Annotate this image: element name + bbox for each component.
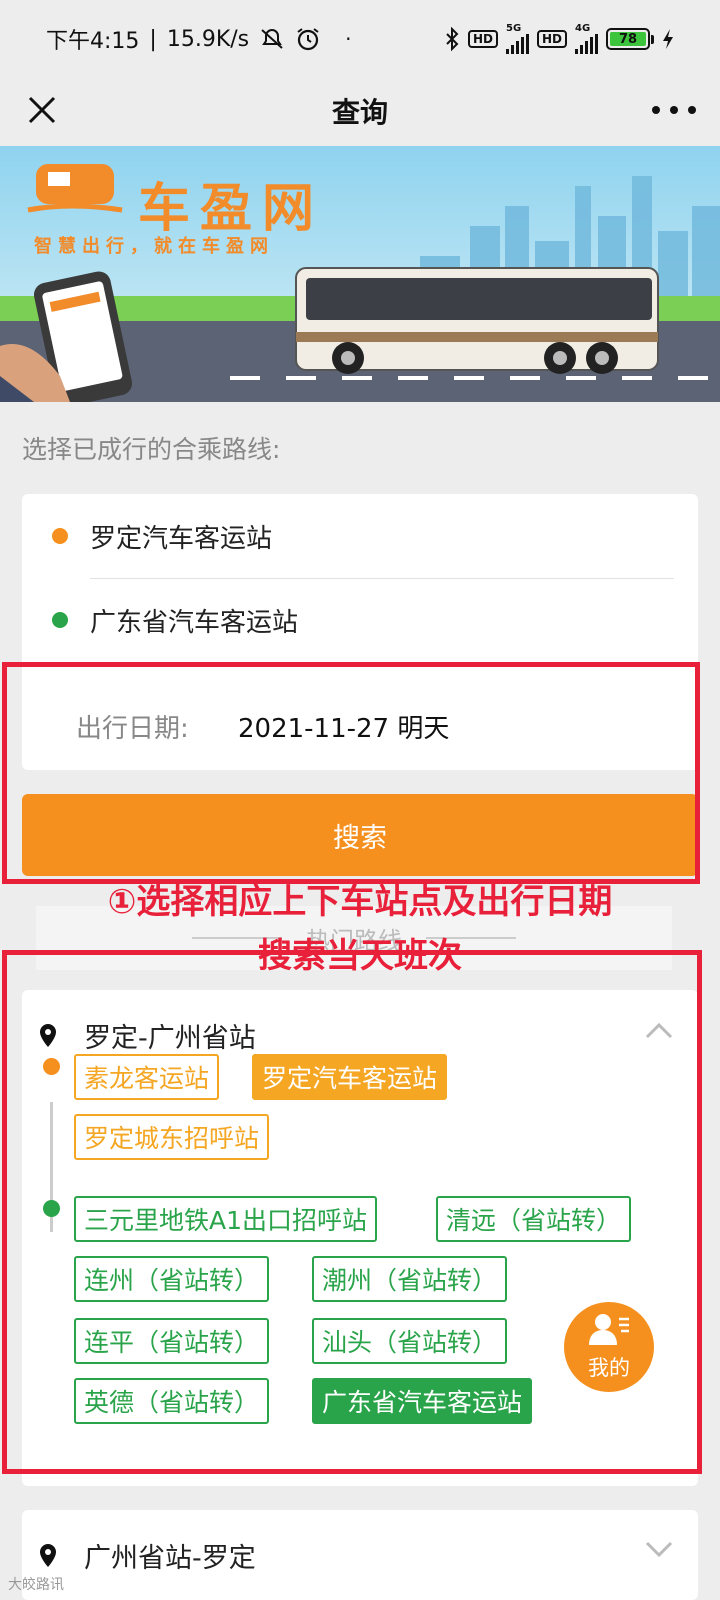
signal-icon (505, 34, 529, 54)
to-station: 广东省汽车客运站 (90, 607, 299, 638)
status-dot: · (345, 27, 352, 51)
section-label: 选择已成行的合乘路线: (22, 435, 281, 464)
mute-notification-icon (259, 27, 285, 51)
my-profile-label: 我的 (588, 1355, 630, 1380)
route-line-card-2[interactable]: 广州省站-罗定 (22, 1510, 698, 1600)
boarding-stop-chip[interactable]: 罗定城东招呼站 (74, 1114, 270, 1160)
alighting-dot-icon (43, 1200, 60, 1217)
chevron-down-icon[interactable] (644, 1540, 674, 1560)
banner-brand: 车盈网 (138, 179, 325, 239)
alighting-stop-chip[interactable]: 汕头（省站转） (312, 1318, 508, 1364)
origin-dot-icon (52, 528, 68, 544)
route-line-card: 罗定-广州省站 素龙客运站 罗定汽车客运站 罗定城东招呼站 三元里地铁A1出口招… (22, 990, 698, 1486)
date-label: 出行日期: (76, 713, 189, 744)
status-bar: 下午4:15 | 15.9K/s · HD 5G HD 4G 78 (0, 0, 720, 78)
close-icon[interactable] (20, 88, 64, 132)
page-title: 查询 (331, 96, 388, 129)
alighting-stop-chip-selected[interactable]: 广东省汽车客运站 (312, 1378, 533, 1424)
status-separator: | (149, 26, 157, 52)
annotation-line-2: 搜索当天班次 (258, 936, 462, 976)
watermark: 大皎路讯 (8, 1577, 64, 1593)
more-options-icon[interactable] (652, 90, 696, 130)
battery-icon: 78 (606, 28, 654, 50)
from-station: 罗定汽车客运站 (90, 523, 273, 554)
route-selection-card: 罗定汽车客运站 广东省汽车客运站 出行日期: 2021-11-27 明天 (22, 494, 698, 770)
status-time: 下午4:15 (46, 29, 140, 54)
alighting-stop-chip[interactable]: 连州（省站转） (74, 1256, 270, 1302)
boarding-stop-chip[interactable]: 素龙客运站 (74, 1054, 220, 1100)
nav-bar: 查询 (0, 78, 720, 144)
alighting-stop-chip[interactable]: 清远（省站转） (436, 1196, 632, 1242)
location-pin-icon (36, 1542, 60, 1570)
search-button[interactable]: 搜索 (22, 794, 698, 876)
to-station-row[interactable]: 广东省汽车客运站 (22, 578, 698, 662)
route-line-name-2: 广州省站-罗定 (84, 1542, 256, 1574)
alighting-stop-chip[interactable]: 三元里地铁A1出口招呼站 (74, 1196, 378, 1242)
location-pin-icon (36, 1022, 60, 1050)
promo-banner: 车盈网 智慧出行，就在车盈网 (0, 146, 720, 402)
from-station-row[interactable]: 罗定汽车客运站 (22, 494, 698, 578)
signal-5g: 5G (505, 24, 529, 54)
banner-illustration (0, 146, 720, 402)
boarding-stop-chip-selected[interactable]: 罗定汽车客运站 (252, 1054, 448, 1100)
my-profile-button[interactable]: 我的 (564, 1302, 654, 1392)
charging-icon (662, 28, 674, 50)
chevron-up-icon[interactable] (644, 1020, 674, 1040)
alighting-stop-chip[interactable]: 潮州（省站转） (312, 1256, 508, 1302)
alarm-icon (295, 26, 321, 52)
annotation-line-1: ①选择相应上下车站点及出行日期 (107, 882, 613, 922)
signal-icon (575, 34, 598, 54)
travel-date-row[interactable]: 出行日期: 2021-11-27 明天 (22, 684, 698, 768)
destination-dot-icon (52, 612, 68, 628)
banner-slogan: 智慧出行，就在车盈网 (34, 236, 274, 257)
bluetooth-icon (444, 27, 460, 51)
boarding-dot-icon (43, 1058, 60, 1075)
user-icon (587, 1313, 631, 1352)
status-speed: 15.9K/s (166, 26, 250, 52)
alighting-stop-chip[interactable]: 连平（省站转） (74, 1318, 270, 1364)
date-value: 2021-11-27 明天 (238, 713, 450, 744)
battery-level: 78 (610, 32, 646, 47)
hd-badge-2: HD (536, 30, 567, 48)
hd-badge-1: HD (467, 30, 498, 48)
signal-4g: 4G (575, 24, 598, 54)
alighting-stop-chip[interactable]: 英德（省站转） (74, 1378, 270, 1424)
route-line-header-2[interactable]: 广州省站-罗定 (22, 1510, 698, 1600)
route-line-name: 罗定-广州省站 (84, 1022, 256, 1054)
